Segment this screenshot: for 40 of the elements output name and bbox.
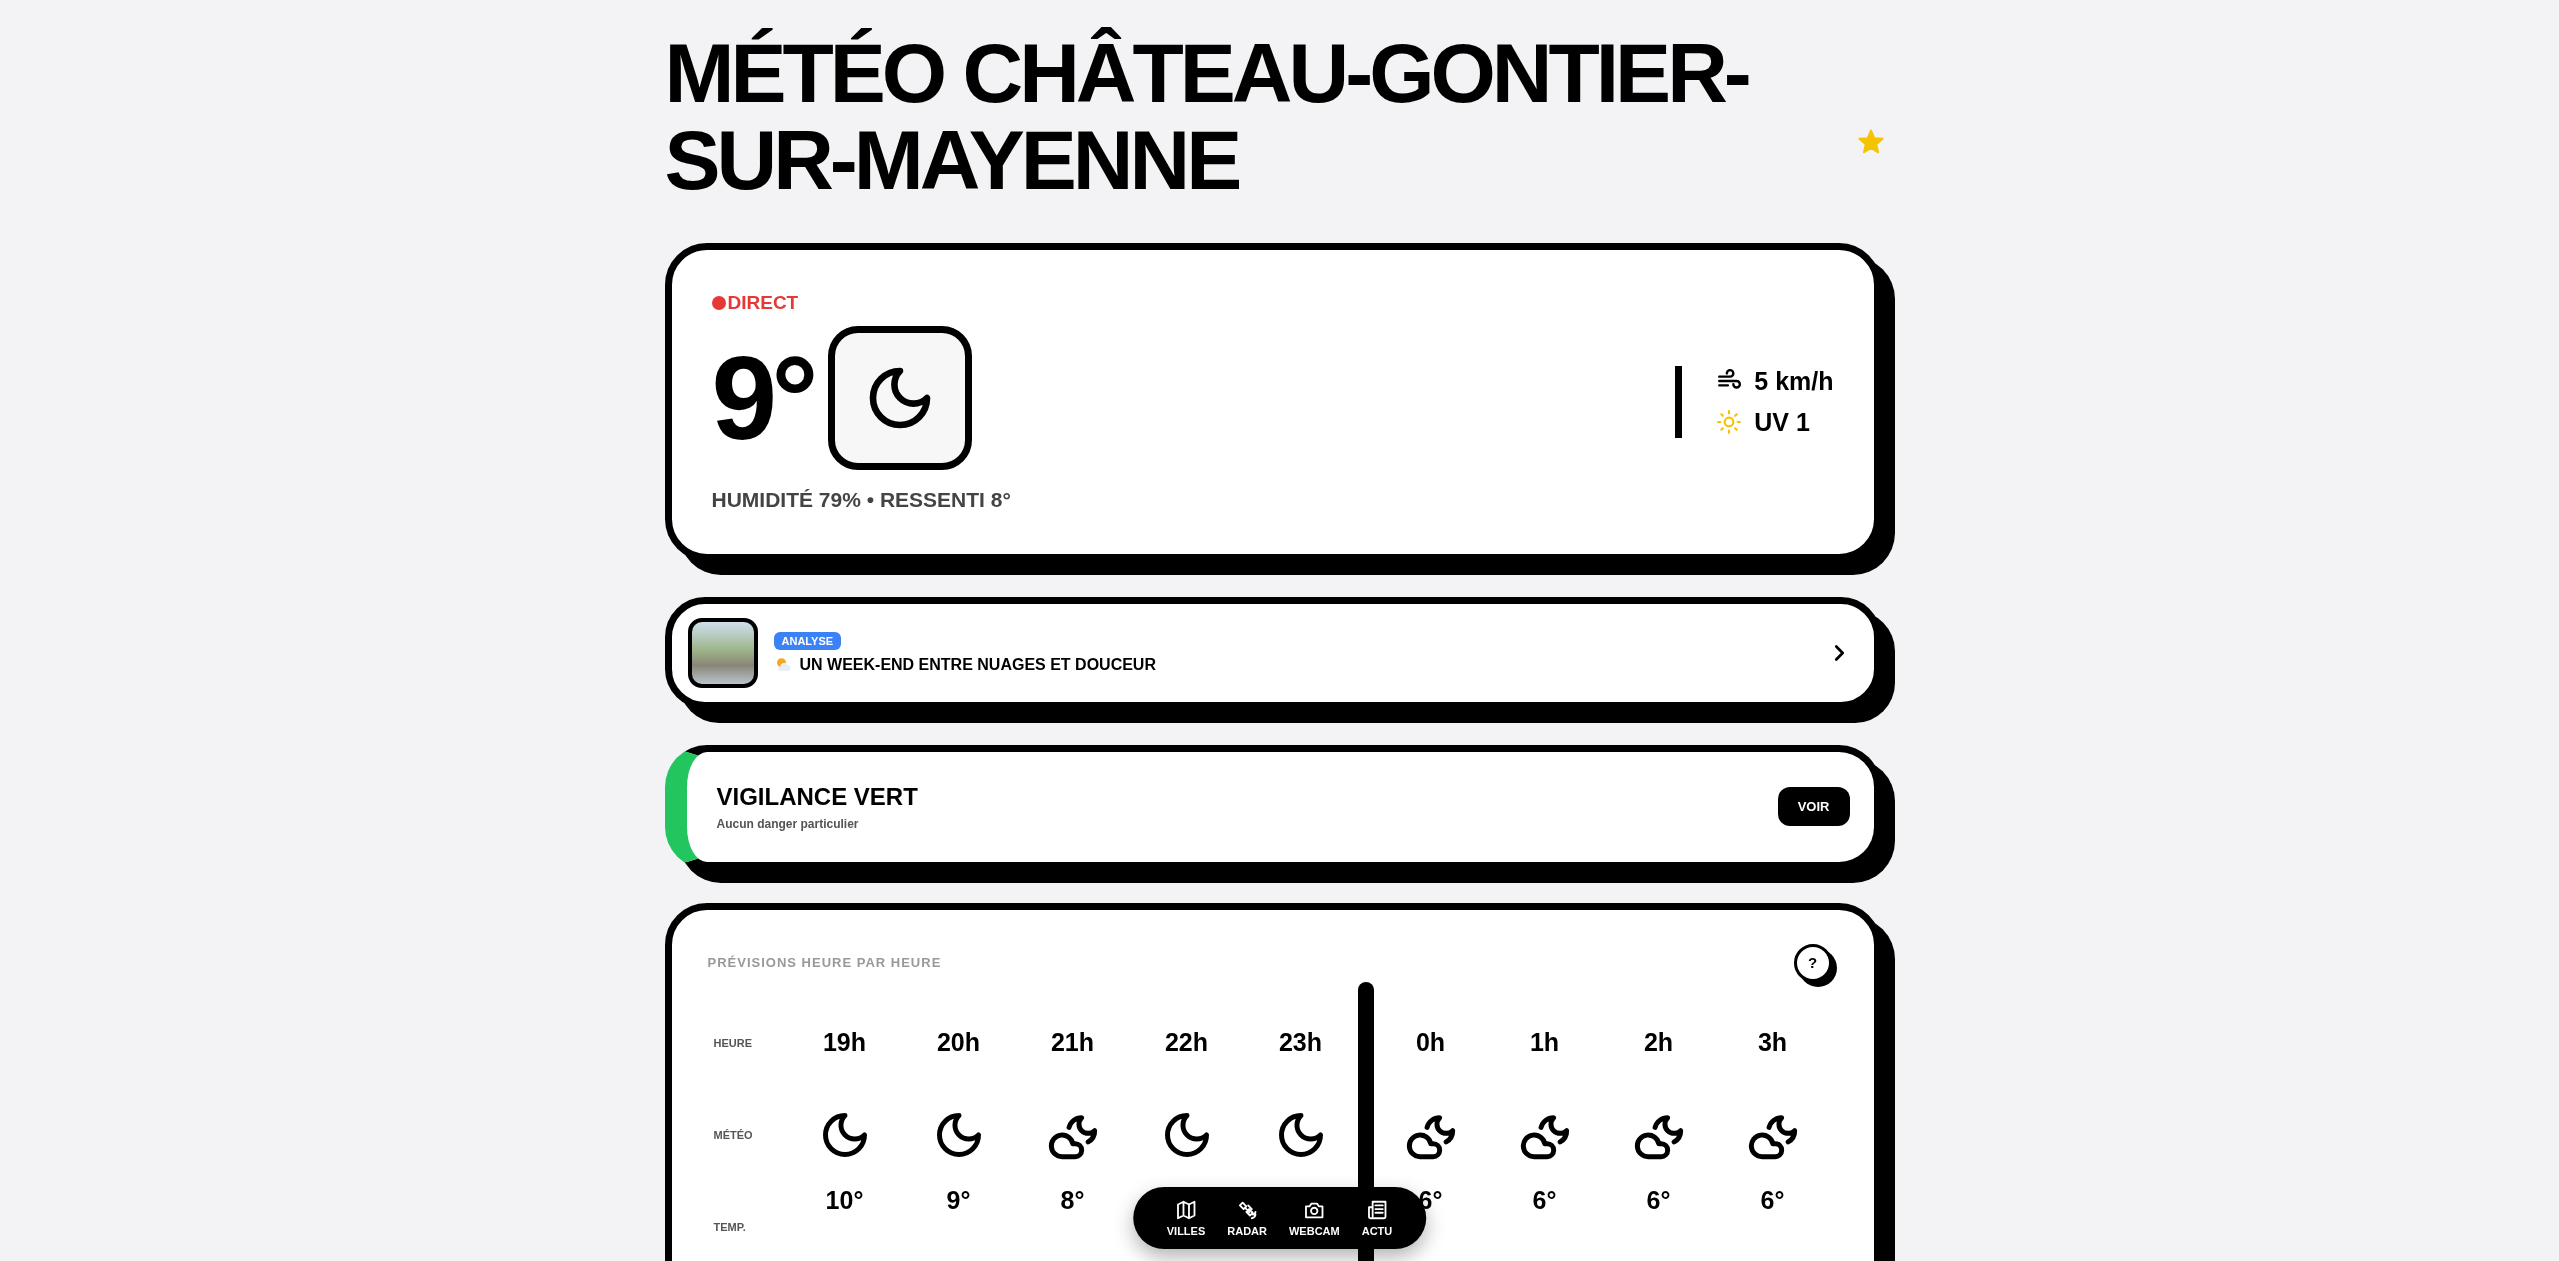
row-label: HEURE: [712, 1035, 753, 1051]
newspaper-icon: [1366, 1199, 1388, 1221]
nav-button[interactable]: RADAR: [1223, 1197, 1271, 1239]
map-icon: [1175, 1199, 1197, 1221]
hour-label: 23h: [1278, 1027, 1323, 1059]
hour-temperature: 10°: [825, 1185, 864, 1217]
hour-label: 1h: [1529, 1027, 1560, 1059]
hour-label: 3h: [1757, 1027, 1788, 1059]
nav-button[interactable]: VILLES: [1162, 1197, 1210, 1239]
star-icon[interactable]: [1856, 128, 1885, 156]
voir-button[interactable]: VOIR: [1777, 787, 1850, 827]
live-dot-icon: [711, 295, 726, 310]
analysis-headline: UN WEEK-END ENTRE NUAGES ET DOUCEUR: [799, 655, 1156, 674]
section-title: PRÉVISIONS HEURE PAR HEURE: [707, 955, 942, 971]
hour-label: 0h: [1415, 1027, 1446, 1059]
satellite-icon: [1236, 1199, 1259, 1221]
current-temperature: 9°: [711, 338, 813, 457]
hour-temperature: 6°: [1760, 1185, 1785, 1217]
analysis-badge: ANALYSE: [773, 631, 842, 650]
hour-temperature: 6°: [1532, 1185, 1557, 1217]
hour-temperature: 6°: [1646, 1185, 1671, 1217]
vigilance-subtitle: Aucun danger particulier: [716, 816, 860, 831]
uv-index: UV 1: [1754, 407, 1810, 437]
row-label: TEMP.: [712, 1219, 747, 1235]
hour-label: 20h: [936, 1027, 981, 1059]
hour-label: 22h: [1164, 1027, 1209, 1059]
hour-label: 2h: [1643, 1027, 1674, 1059]
hour-label: 19h: [822, 1027, 867, 1059]
hour-temperature: 9°: [946, 1185, 971, 1217]
hour-temperature: 8°: [1060, 1185, 1085, 1217]
live-label: DIRECT: [727, 291, 799, 314]
vigilance-title: VIGILANCE VERT: [716, 782, 918, 811]
hour-label: 21h: [1050, 1027, 1095, 1059]
nav-button[interactable]: WEBCAM: [1285, 1197, 1344, 1239]
humidity-feels-like: HUMIDITÉ 79% • RESSENTI 8°: [711, 487, 1011, 512]
sun-icon: [1716, 409, 1743, 436]
row-label: MÉTÉO: [712, 1127, 754, 1143]
nav-button[interactable]: ACTU: [1357, 1197, 1397, 1239]
photo-placeholder: [687, 617, 758, 688]
wind-speed: 5 km/h: [1754, 366, 1834, 396]
